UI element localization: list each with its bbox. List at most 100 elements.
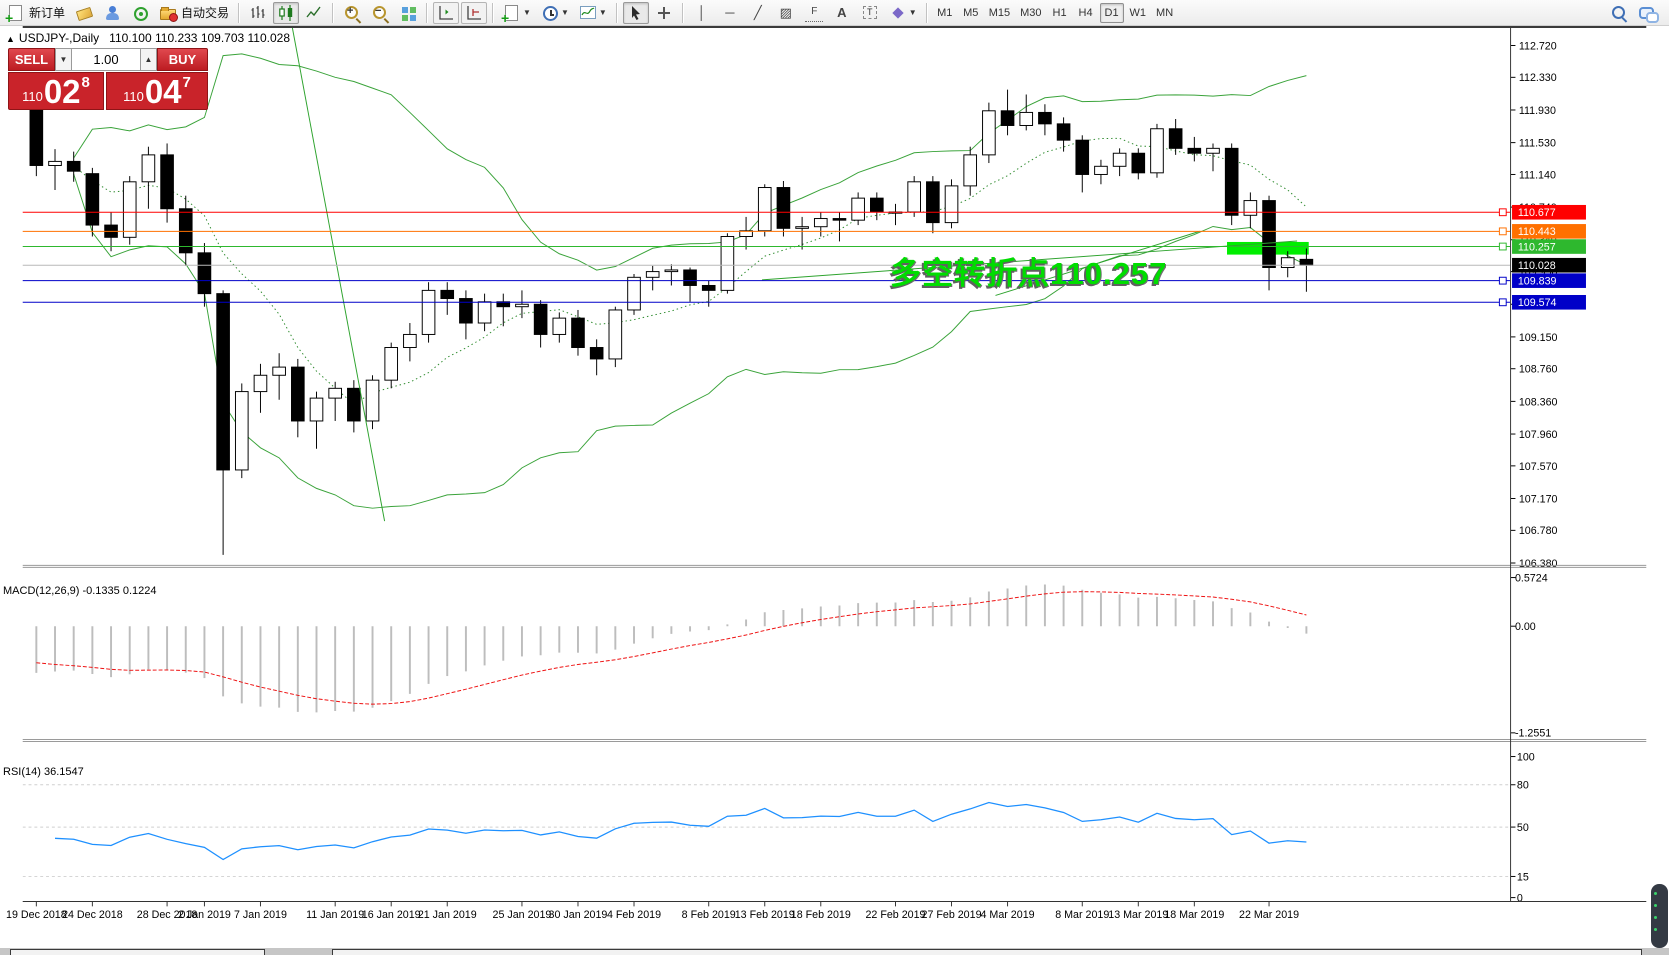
new-chart-icon: + (501, 4, 521, 25)
new-chart-button[interactable]: + ▼ (499, 2, 535, 25)
trendline-icon: ╱ (753, 4, 762, 20)
svg-text:111.140: 111.140 (1519, 169, 1556, 181)
crosshair-button[interactable] (651, 2, 677, 24)
timeframe-button-m5[interactable]: M5 (959, 3, 983, 23)
chart-shift-button[interactable] (461, 1, 488, 24)
chat-button[interactable] (1634, 2, 1660, 24)
macd-indicator-label: MACD(12,26,9) -0.1335 0.1224 (3, 585, 157, 597)
timeframe-button-h4[interactable]: H4 (1074, 3, 1098, 23)
indicators-icon (579, 5, 596, 19)
text-label-button[interactable]: T (857, 2, 883, 24)
timeframe-button-d1[interactable]: D1 (1099, 2, 1124, 23)
buy-price-button[interactable]: 110 04 7 (106, 72, 208, 110)
volume-input[interactable]: 1.00 (72, 48, 140, 71)
highlighter-button[interactable] (71, 2, 97, 24)
svg-text:0.00: 0.00 (1515, 621, 1536, 633)
candlestick-button[interactable] (273, 1, 300, 24)
timeframe-button-m30[interactable]: M30 (1016, 3, 1045, 23)
zoom-out-button[interactable]: − (367, 2, 393, 24)
svg-text:0: 0 (1517, 892, 1523, 904)
timeframe-group: M1 M5 M15 M30 H1 H4 D1 W1 MN (932, 2, 1178, 23)
svg-text:0.5724: 0.5724 (1515, 572, 1548, 584)
time-axis[interactable]: 19 Dec 201824 Dec 2018 28 Dec 20182 Jan 2… (6, 901, 1299, 921)
sell-price-sup: 8 (81, 74, 90, 91)
auto-scroll-button[interactable] (433, 1, 460, 24)
timeframe-button-w1[interactable]: W1 (1126, 3, 1151, 23)
buy-button[interactable]: BUY (157, 48, 208, 71)
timeframe-button-m1[interactable]: M1 (933, 3, 957, 23)
date-label: 16 Jan 2019 (362, 909, 421, 921)
date-label: 21 Jan 2019 (418, 909, 477, 921)
macd-axis: 0.5724 0.00 -1.2551 (1510, 572, 1551, 740)
zoom-in-button[interactable]: + (339, 2, 365, 24)
profile-icon (103, 4, 121, 22)
bottom-strip (0, 948, 1669, 955)
volume-decrease-button[interactable]: ▼ (55, 48, 72, 71)
svg-text:111.930: 111.930 (1519, 105, 1556, 117)
svg-text:-1.2551: -1.2551 (1515, 728, 1551, 740)
collapse-arrow-icon[interactable]: ▲ (6, 34, 15, 44)
buy-price-big: 04 (144, 73, 182, 110)
line-chart-button[interactable] (301, 2, 327, 24)
rsi-indicator-label: RSI(14) 36.1547 (3, 766, 84, 778)
vertical-line-button[interactable]: │ (689, 2, 715, 24)
sell-button[interactable]: SELL (8, 48, 55, 71)
volume-increase-button[interactable]: ▲ (140, 48, 157, 71)
macd-signal-line (36, 591, 1307, 705)
clock-icon (541, 4, 559, 22)
new-order-button[interactable]: + 新订单 (3, 2, 69, 25)
chevron-down-icon: ▼ (908, 8, 917, 17)
profile-button[interactable] (99, 2, 125, 24)
channel-button[interactable]: ▨ (773, 2, 799, 24)
price-tag: 110.028 (1518, 260, 1556, 272)
signal-button[interactable] (127, 2, 153, 24)
rsi-pane (22, 784, 1511, 877)
timeframe-button-m15[interactable]: M15 (985, 3, 1014, 23)
bar-chart-button[interactable] (245, 2, 271, 24)
chart-area[interactable]: 112.720112.330111.930111.530111.140110.7… (0, 26, 1669, 955)
candles-layer (29, 89, 1314, 555)
period-button[interactable]: ▼ (537, 2, 573, 24)
tile-windows-button[interactable] (395, 2, 421, 24)
svg-text:50: 50 (1517, 822, 1529, 834)
search-button[interactable] (1606, 2, 1632, 24)
cursor-button[interactable] (622, 1, 649, 24)
timeframe-button-mn[interactable]: MN (1152, 3, 1177, 23)
zoom-in-icon: + (343, 4, 361, 22)
timeframe-button-h1[interactable]: H1 (1048, 3, 1072, 23)
toolbar-separator (426, 2, 429, 23)
trendline-button[interactable]: ╱ (745, 2, 771, 24)
status-box (332, 949, 1642, 955)
price-tag: 110.677 (1518, 207, 1556, 219)
price-tag: 109.839 (1518, 276, 1557, 288)
sell-price-big: 02 (43, 73, 81, 110)
pivot-annotation-text[interactable]: 多空转折点110.257 (890, 248, 1167, 293)
date-label: 4 Mar 2019 (981, 909, 1035, 921)
svg-text:106.380: 106.380 (1519, 558, 1558, 570)
new-order-icon: + (5, 4, 25, 25)
toolbar-separator (332, 2, 335, 23)
search-icon (1610, 4, 1628, 22)
chart-shift-icon (467, 5, 482, 20)
price-tag: 110.257 (1518, 241, 1556, 253)
horizontal-line-button[interactable]: ─ (717, 2, 743, 24)
toolbar-separator (925, 2, 928, 23)
sell-price-button[interactable]: 110 02 8 (8, 72, 104, 110)
fibonacci-button[interactable]: F (801, 2, 827, 24)
highlighter-icon (75, 4, 94, 22)
indicators-button[interactable]: ▼ (575, 2, 611, 24)
chat-icon (1638, 4, 1659, 23)
rsi-line (54, 801, 1307, 861)
svg-text:109.150: 109.150 (1519, 332, 1558, 344)
text-button[interactable]: A (829, 2, 855, 24)
price-chart-canvas[interactable]: 112.720112.330111.930111.530111.140110.7… (0, 26, 1669, 955)
candlestick-icon (279, 4, 293, 21)
status-box (10, 949, 265, 955)
autotrading-button[interactable]: 自动交易 (155, 2, 233, 24)
svg-text:108.760: 108.760 (1519, 364, 1558, 376)
svg-text:106.780: 106.780 (1519, 525, 1558, 537)
shapes-button[interactable]: ▼ (885, 2, 921, 24)
auto-scroll-icon (439, 5, 454, 20)
trendline[interactable] (287, 26, 386, 522)
svg-text:100: 100 (1517, 751, 1535, 763)
